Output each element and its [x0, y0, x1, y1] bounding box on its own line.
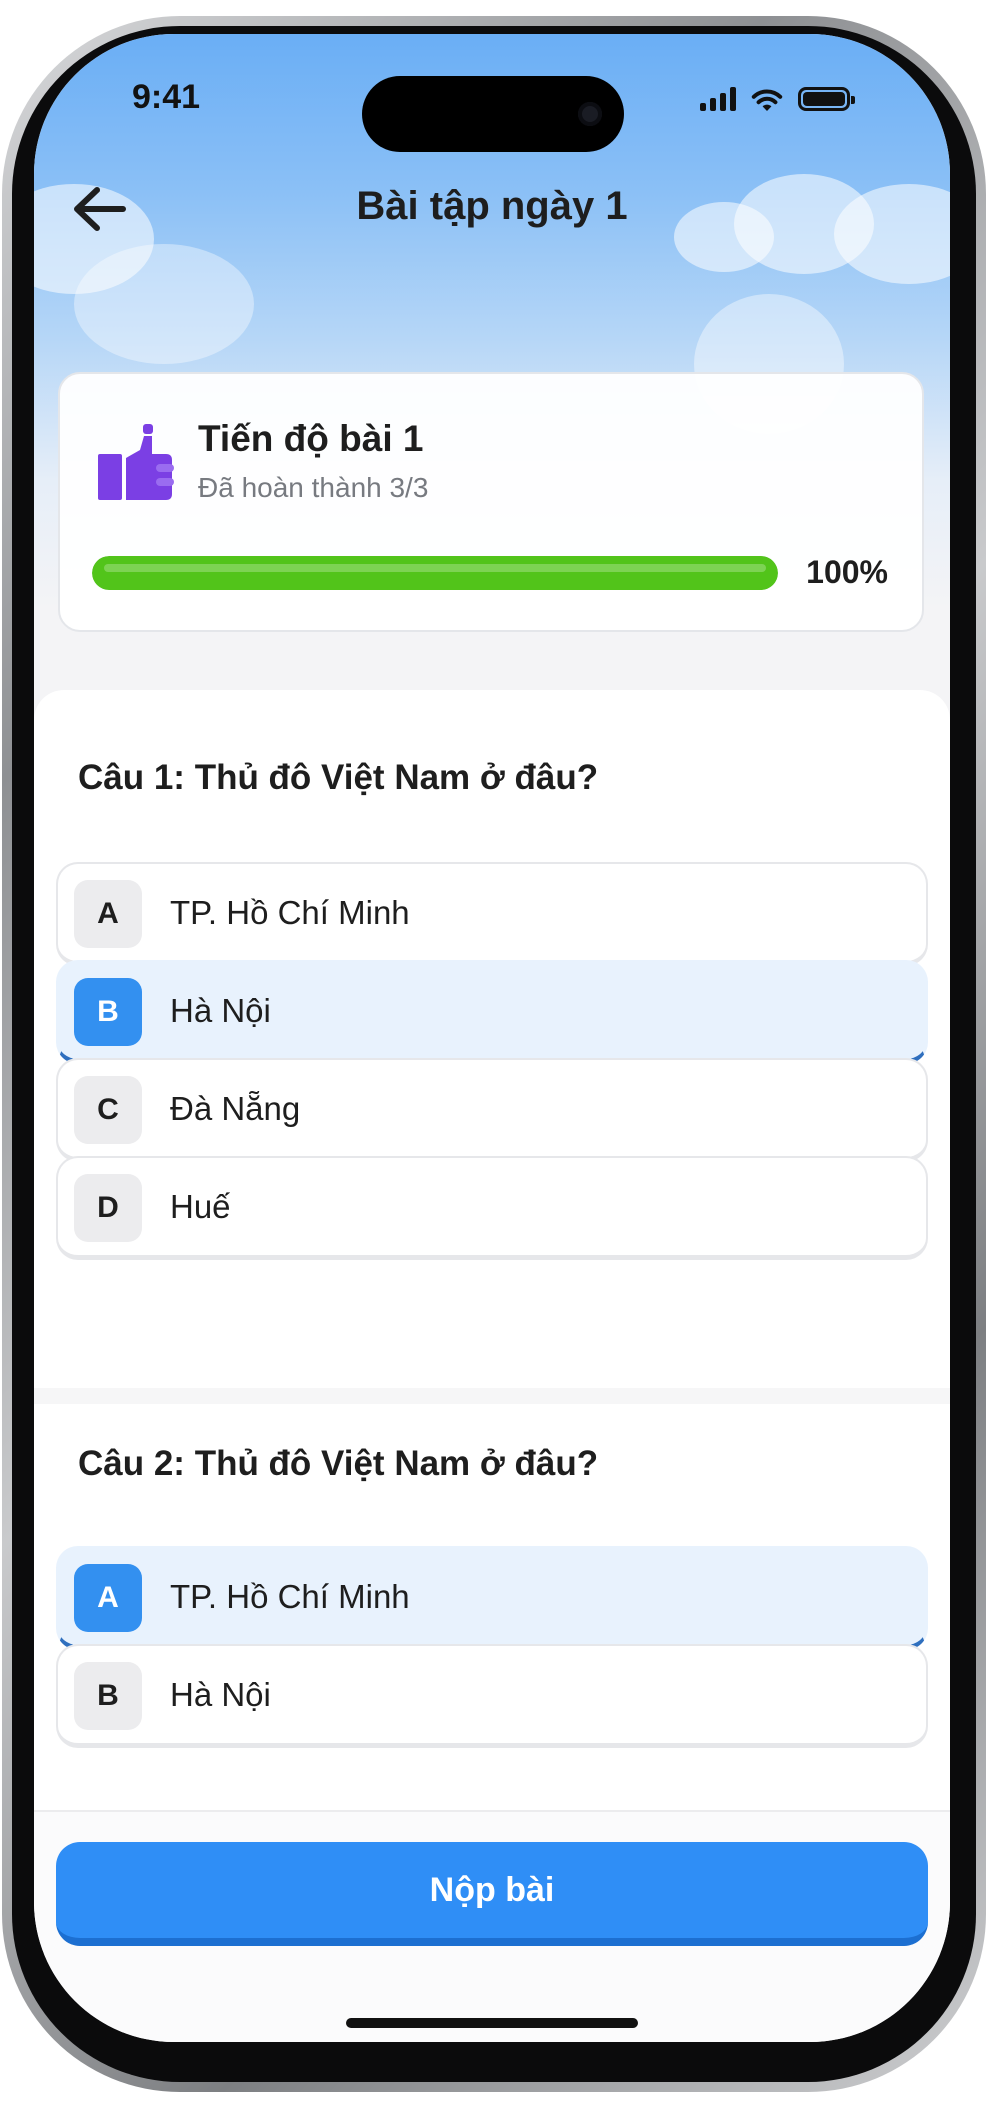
progress-percent: 100% [806, 554, 888, 590]
question-1-option-d[interactable]: D Huế [56, 1156, 928, 1260]
option-letter: A [74, 880, 142, 948]
progress-bar-fill [92, 556, 778, 590]
question-1-option-b[interactable]: B Hà Nội [56, 960, 928, 1064]
cellular-signal-icon [700, 87, 736, 111]
question-1-option-c[interactable]: C Đà Nẵng [56, 1058, 928, 1162]
option-text: TP. Hồ Chí Minh [170, 894, 410, 931]
progress-title: Tiến độ bài 1 [198, 418, 424, 459]
dynamic-island [362, 76, 624, 152]
option-text: Hà Nội [170, 1676, 271, 1713]
option-letter: B [74, 978, 142, 1046]
option-text: TP. Hồ Chí Minh [170, 1578, 410, 1615]
option-letter: D [74, 1174, 142, 1242]
progress-subtitle: Đã hoàn thành 3/3 [198, 472, 429, 503]
question-1-option-a[interactable]: A TP. Hồ Chí Minh [56, 862, 928, 966]
question-2-section: Câu 2: Thủ đô Việt Nam ở đâu? A TP. Hồ C… [34, 1404, 950, 1814]
thumbs-up-icon [98, 424, 174, 500]
app-screen: 9:41 Bài tập ngày 1 Tiến độ bài 1 Đã hoà… [34, 34, 950, 2042]
battery-icon [798, 87, 855, 111]
status-time: 9:41 [132, 78, 201, 116]
submit-button[interactable]: Nộp bài [56, 1842, 928, 1946]
status-icons [700, 86, 855, 112]
question-2-title: Câu 2: Thủ đô Việt Nam ở đâu? [78, 1444, 599, 1483]
option-text: Huế [170, 1188, 231, 1225]
question-2-option-b[interactable]: B Hà Nội [56, 1644, 928, 1748]
camera-icon [578, 102, 602, 126]
option-letter: C [74, 1076, 142, 1144]
option-letter: B [74, 1662, 142, 1730]
home-indicator[interactable] [346, 2018, 638, 2028]
wifi-icon [751, 89, 783, 111]
option-text: Hà Nội [170, 992, 271, 1029]
progress-card: Tiến độ bài 1 Đã hoàn thành 3/3 100% [58, 372, 924, 632]
progress-bar [92, 556, 778, 590]
page-title: Bài tập ngày 1 [356, 184, 628, 228]
question-1-title: Câu 1: Thủ đô Việt Nam ở đâu? [78, 758, 599, 797]
question-2-option-a[interactable]: A TP. Hồ Chí Minh [56, 1546, 928, 1650]
question-1-section: Câu 1: Thủ đô Việt Nam ở đâu? A TP. Hồ C… [34, 690, 950, 1388]
option-text: Đà Nẵng [170, 1090, 301, 1127]
option-letter: A [74, 1564, 142, 1632]
